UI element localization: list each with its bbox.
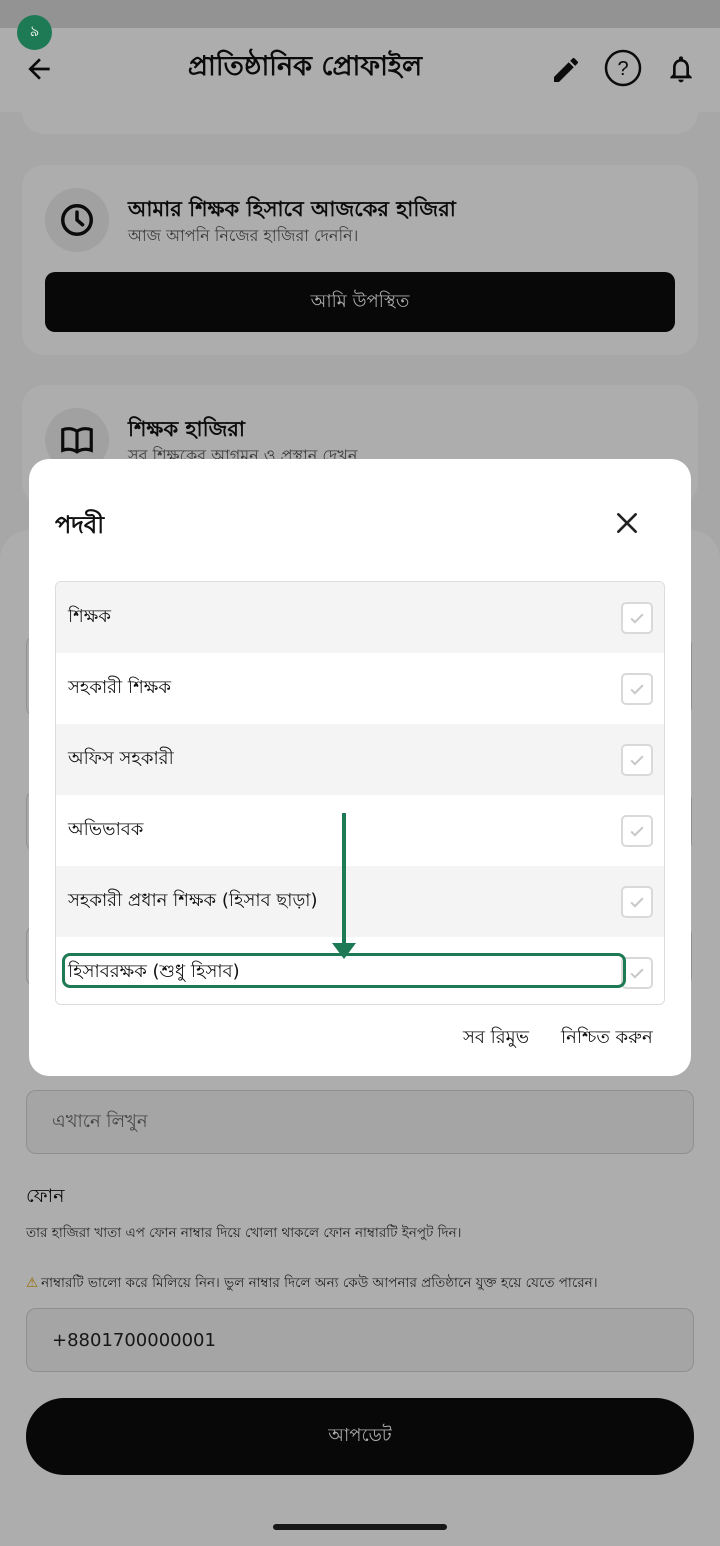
annotation-arrow-shaft: [342, 813, 346, 945]
designation-list: শিক্ষক সহকারী শিক্ষক অফিস সহকারী অভিভাবক…: [55, 581, 665, 1005]
check-icon: [630, 755, 644, 766]
checkbox[interactable]: [621, 601, 653, 634]
list-item[interactable]: অফিস সহকারী: [56, 724, 664, 795]
annotation-highlight: [62, 953, 626, 988]
option-label: শিক্ষক: [68, 606, 111, 627]
remove-all-button[interactable]: সব রিমুভ: [463, 1023, 529, 1054]
option-label: অভিভাবক: [68, 819, 144, 840]
check-icon: [630, 826, 644, 837]
list-item[interactable]: শিক্ষক: [56, 582, 664, 653]
screen: ৯ প্রাতিষ্ঠানিক প্রোফাইল ? আমার শিক্ষক হ…: [0, 0, 720, 1546]
check-icon: [630, 684, 644, 695]
checkbox[interactable]: [621, 885, 653, 918]
list-item[interactable]: সহকারী শিক্ষক: [56, 653, 664, 724]
list-item[interactable]: সহকারী প্রধান শিক্ষক (হিসাব ছাড়া): [56, 866, 664, 937]
close-icon: [617, 513, 637, 533]
option-label: অফিস সহকারী: [68, 748, 174, 769]
check-icon: [630, 897, 644, 908]
notification-badge: ৯: [17, 15, 52, 50]
close-button[interactable]: [607, 503, 647, 543]
checkbox[interactable]: [621, 743, 653, 776]
confirm-button[interactable]: নিশ্চিত করুন: [561, 1023, 653, 1054]
checkbox[interactable]: [621, 672, 653, 705]
option-label: সহকারী প্রধান শিক্ষক (হিসাব ছাড়া): [68, 890, 318, 911]
designation-dialog: পদবী শিক্ষক সহকারী শিক্ষক অফিস সহকারী অভ…: [29, 459, 691, 1076]
check-icon: [630, 613, 644, 624]
option-label: সহকারী শিক্ষক: [68, 677, 171, 698]
check-icon: [630, 968, 644, 979]
list-item[interactable]: অভিভাবক: [56, 795, 664, 866]
checkbox[interactable]: [621, 814, 653, 847]
dialog-title: পদবী: [55, 511, 105, 539]
